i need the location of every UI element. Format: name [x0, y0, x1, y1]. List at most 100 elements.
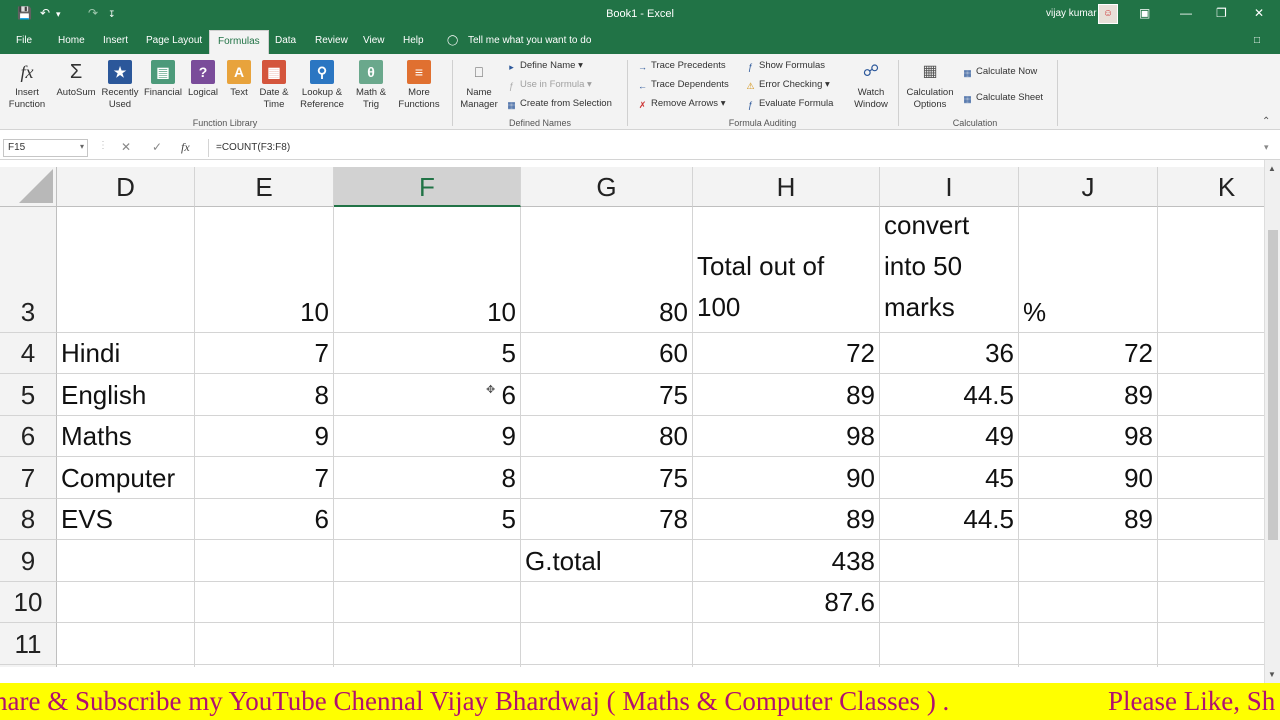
watch-window-button[interactable]: ☍ Watch Window	[850, 60, 892, 111]
use-in-formula-button[interactable]: ƒ Use in Formula ▾	[506, 79, 592, 92]
tab-review[interactable]: Review	[315, 35, 348, 46]
scroll-up-icon[interactable]: ▲	[1268, 164, 1276, 173]
restore-icon[interactable]: ❐	[1216, 6, 1227, 20]
tell-me-search[interactable]: Tell me what you want to do	[468, 35, 591, 46]
cell-H10[interactable]: 87.6	[693, 582, 880, 623]
autosum-button[interactable]: Σ AutoSum	[52, 60, 100, 99]
name-manager-button[interactable]: ⎕ Name Manager	[456, 60, 502, 111]
cell-G7[interactable]: 75	[521, 457, 693, 499]
cell-I5[interactable]: 44.5	[880, 374, 1019, 416]
cell-I11[interactable]	[880, 623, 1019, 665]
cell-K12[interactable]	[1158, 665, 1264, 667]
select-all-button[interactable]	[0, 167, 57, 207]
formula-input[interactable]: =COUNT(F3:F8)	[208, 139, 1276, 157]
expand-formula-bar-icon[interactable]: ▾	[1264, 142, 1269, 153]
cell-F4[interactable]: 5	[334, 333, 521, 374]
cell-G12[interactable]: sell	[521, 665, 693, 667]
cell-F3[interactable]: 10	[334, 207, 521, 333]
row-header-12[interactable]: 12	[0, 665, 57, 667]
show-formulas-button[interactable]: ƒ Show Formulas	[745, 60, 825, 73]
row-header-10[interactable]: 10	[0, 582, 57, 623]
cell-D12[interactable]	[57, 665, 195, 667]
cell-D8[interactable]: EVS	[57, 499, 195, 540]
row-header-7[interactable]: 7	[0, 457, 57, 499]
cell-K11[interactable]	[1158, 623, 1264, 665]
ribbon-display-icon[interactable]: ▣	[1139, 6, 1150, 20]
cell-J11[interactable]	[1019, 623, 1158, 665]
vertical-scrollbar[interactable]: ▲ ▼	[1264, 160, 1280, 683]
row-header-3[interactable]: 3	[0, 207, 57, 333]
cell-J12[interactable]	[1019, 665, 1158, 667]
recently-used-button[interactable]: ★ Recently Used	[98, 60, 142, 111]
cell-K3[interactable]	[1158, 207, 1264, 333]
cell-K8[interactable]	[1158, 499, 1264, 540]
column-header-J[interactable]: J	[1019, 167, 1158, 207]
cell-D5[interactable]: English	[57, 374, 195, 416]
cell-D9[interactable]	[57, 540, 195, 582]
evaluate-formula-button[interactable]: ƒ Evaluate Formula	[745, 98, 833, 111]
column-header-E[interactable]: E	[195, 167, 334, 207]
cell-F9[interactable]	[334, 540, 521, 582]
cell-E12[interactable]	[195, 665, 334, 667]
define-name-button[interactable]: ▸ Define Name ▾	[506, 60, 583, 73]
name-box[interactable]: F15 ▾	[3, 139, 88, 157]
cell-E5[interactable]: 8	[195, 374, 334, 416]
cell-G9[interactable]: G.total	[521, 540, 693, 582]
cell-D7[interactable]: Computer	[57, 457, 195, 499]
create-from-selection-button[interactable]: ▦ Create from Selection	[506, 98, 612, 111]
cell-J8[interactable]: 89	[1019, 499, 1158, 540]
date-time-button[interactable]: ▦ Date & Time	[254, 60, 294, 111]
cell-H7[interactable]: 90	[693, 457, 880, 499]
close-icon[interactable]: ✕	[1254, 6, 1264, 20]
enter-icon[interactable]: ✓	[152, 140, 162, 154]
cell-F12[interactable]: product	[334, 665, 521, 667]
cell-K5[interactable]	[1158, 374, 1264, 416]
cell-E11[interactable]	[195, 623, 334, 665]
tab-help[interactable]: Help	[403, 35, 424, 46]
calculation-options-button[interactable]: ▦ Calculation Options	[902, 60, 958, 111]
cell-K7[interactable]	[1158, 457, 1264, 499]
cell-K10[interactable]	[1158, 582, 1264, 623]
chevron-down-icon[interactable]: ▾	[80, 142, 84, 151]
cell-H12[interactable]: remain	[693, 665, 880, 667]
tab-file[interactable]: File	[16, 35, 32, 46]
cell-F11[interactable]	[334, 623, 521, 665]
collapse-ribbon-icon[interactable]: ⌃	[1262, 116, 1270, 127]
column-header-D[interactable]: D	[57, 167, 195, 207]
cell-D10[interactable]	[57, 582, 195, 623]
comments-icon[interactable]: □	[1254, 35, 1260, 46]
calculate-sheet-button[interactable]: ▦ Calculate Sheet	[962, 92, 1043, 105]
column-header-I[interactable]: I	[880, 167, 1019, 207]
cell-I8[interactable]: 44.5	[880, 499, 1019, 540]
user-name[interactable]: vijay kumar	[1046, 8, 1097, 19]
cell-I12[interactable]	[880, 665, 1019, 667]
remove-arrows-button[interactable]: ✗ Remove Arrows ▾	[637, 98, 726, 111]
cell-K4[interactable]	[1158, 333, 1264, 374]
cell-F7[interactable]: 8	[334, 457, 521, 499]
cell-G8[interactable]: 78	[521, 499, 693, 540]
cell-I6[interactable]: 49	[880, 416, 1019, 457]
cell-J3[interactable]: %	[1019, 207, 1158, 333]
column-header-F[interactable]: F	[334, 167, 521, 207]
cell-H9[interactable]: 438	[693, 540, 880, 582]
row-header-11[interactable]: 11	[0, 623, 57, 665]
tab-view[interactable]: View	[363, 35, 385, 46]
cell-K6[interactable]	[1158, 416, 1264, 457]
more-functions-button[interactable]: ≡ More Functions	[391, 60, 447, 111]
cell-H8[interactable]: 89	[693, 499, 880, 540]
cell-H5[interactable]: 89	[693, 374, 880, 416]
column-header-G[interactable]: G	[521, 167, 693, 207]
cell-F8[interactable]: 5	[334, 499, 521, 540]
math-trig-button[interactable]: θ Math & Trig	[350, 60, 392, 111]
cell-G10[interactable]	[521, 582, 693, 623]
row-header-9[interactable]: 9	[0, 540, 57, 582]
cell-E3[interactable]: 10	[195, 207, 334, 333]
cell-E4[interactable]: 7	[195, 333, 334, 374]
cell-I7[interactable]: 45	[880, 457, 1019, 499]
trace-precedents-button[interactable]: → Trace Precedents	[637, 60, 726, 73]
row-header-5[interactable]: 5	[0, 374, 57, 416]
cell-G5[interactable]: 75	[521, 374, 693, 416]
scrollbar-thumb[interactable]	[1268, 230, 1278, 540]
cell-D4[interactable]: Hindi	[57, 333, 195, 374]
error-checking-button[interactable]: ⚠ Error Checking ▾	[745, 79, 829, 92]
